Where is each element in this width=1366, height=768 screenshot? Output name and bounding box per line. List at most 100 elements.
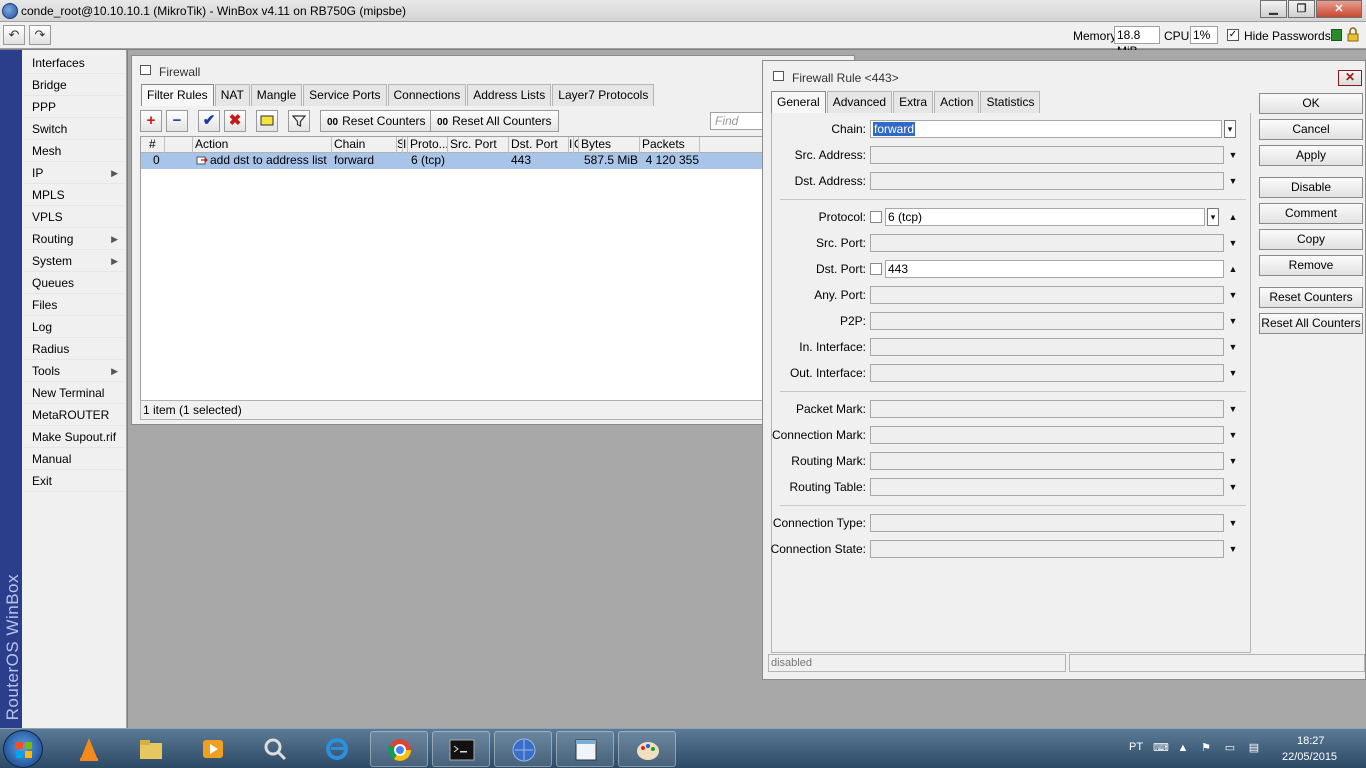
packet-mark-input[interactable] — [870, 400, 1224, 418]
undo-button[interactable]: ↶ — [3, 25, 25, 45]
network-icon[interactable]: ▤ — [1248, 743, 1260, 754]
menu-item-exit[interactable]: Exit — [24, 471, 124, 492]
taskbar-winbox[interactable] — [494, 731, 552, 767]
menu-item-tools[interactable]: Tools ▶ — [24, 361, 124, 382]
connection-mark-dropdown-icon[interactable]: ▼ — [1227, 426, 1239, 444]
out-interface-dropdown-icon[interactable]: ▼ — [1227, 364, 1239, 382]
column-src-port[interactable]: Src. Port — [448, 137, 509, 153]
taskbar-search-tool[interactable] — [246, 731, 304, 767]
menu-item-manual[interactable]: Manual — [24, 449, 124, 470]
src-port-dropdown-icon[interactable]: ▼ — [1227, 234, 1239, 252]
tab-statistics[interactable]: Statistics — [980, 91, 1041, 113]
p2p-dropdown-icon[interactable]: ▼ — [1227, 312, 1239, 330]
tab-service-ports[interactable]: Service Ports — [303, 84, 387, 106]
protocol-collapse-icon[interactable]: ▲ — [1227, 208, 1239, 226]
reset-all-counters-button[interactable]: Reset All Counters — [1259, 313, 1363, 334]
any-port-input[interactable] — [870, 286, 1224, 304]
tab-address-lists[interactable]: Address Lists — [467, 84, 552, 106]
protocol-input[interactable]: 6 (tcp) — [885, 208, 1205, 226]
redo-button[interactable]: ↷ — [29, 25, 51, 45]
action-center-flag-icon[interactable]: ⚑ — [1200, 743, 1212, 754]
column-protocol[interactable]: Proto... — [408, 137, 448, 153]
menu-item-radius[interactable]: Radius — [24, 339, 124, 360]
taskbar-file-explorer[interactable] — [122, 731, 180, 767]
tab-advanced[interactable]: Advanced — [826, 91, 893, 113]
taskbar-media-player[interactable] — [184, 731, 242, 767]
tab-action[interactable]: Action — [934, 91, 980, 113]
routing-table-input[interactable] — [870, 478, 1224, 496]
remove-button[interactable]: Remove — [1259, 255, 1363, 276]
tab-filter-rules[interactable]: Filter Rules — [141, 84, 214, 106]
reset-counters-button[interactable]: 00 Reset Counters — [320, 110, 433, 132]
tab-general[interactable]: General — [771, 91, 826, 113]
column-action[interactable]: Action — [193, 137, 332, 153]
keyboard-icon[interactable]: ⌨ — [1153, 743, 1169, 754]
out-interface-input[interactable] — [870, 364, 1224, 382]
connection-mark-input[interactable] — [870, 426, 1224, 444]
column-packets[interactable]: Packets — [640, 137, 700, 153]
routing-mark-input[interactable] — [870, 452, 1224, 470]
menu-item-routing[interactable]: Routing ▶ — [24, 229, 124, 250]
rule-close-button[interactable]: ✕ — [1338, 70, 1362, 86]
tab-extra[interactable]: Extra — [893, 91, 934, 113]
firewall-title-bar[interactable]: Firewall — [132, 56, 854, 84]
menu-item-bridge[interactable]: Bridge — [24, 75, 124, 96]
protocol-negate-checkbox[interactable] — [870, 211, 882, 223]
menu-item-ppp[interactable]: PPP — [24, 97, 124, 118]
menu-item-new-terminal[interactable]: New Terminal — [24, 383, 124, 404]
dst-address-dropdown-icon[interactable]: ▼ — [1227, 172, 1239, 190]
filter-button[interactable] — [288, 110, 310, 132]
dst-port-negate-checkbox[interactable] — [870, 263, 882, 275]
chain-dropdown-icon[interactable]: ▾ — [1224, 120, 1236, 138]
src-address-input[interactable] — [870, 146, 1224, 164]
menu-item-files[interactable]: Files — [24, 295, 124, 316]
connection-state-input[interactable] — [870, 540, 1224, 558]
menu-item-switch[interactable]: Switch — [24, 119, 124, 140]
menu-item-queues[interactable]: Queues — [24, 273, 124, 294]
routing-mark-dropdown-icon[interactable]: ▼ — [1227, 452, 1239, 470]
taskbar-command-prompt[interactable] — [432, 731, 490, 767]
menu-item-vpls[interactable]: VPLS — [24, 207, 124, 228]
tab-nat[interactable]: NAT — [214, 84, 250, 106]
comment-button[interactable]: Comment — [1259, 203, 1363, 224]
disable-button[interactable]: ✖ — [224, 110, 246, 132]
maximize-button[interactable]: ❐ — [1288, 0, 1315, 18]
rule-title-bar[interactable]: Firewall Rule <443> ✕ — [763, 61, 1365, 91]
apply-button[interactable]: Apply — [1259, 145, 1363, 166]
protocol-dropdown-icon[interactable]: ▾ — [1207, 208, 1219, 226]
reset-all-counters-button[interactable]: 00 Reset All Counters — [430, 110, 559, 132]
any-port-dropdown-icon[interactable]: ▼ — [1227, 286, 1239, 304]
column-chain[interactable]: Chain — [332, 137, 397, 153]
dst-address-input[interactable] — [870, 172, 1224, 190]
disable-button[interactable]: Disable — [1259, 177, 1363, 198]
taskbar-paint[interactable] — [618, 731, 676, 767]
reset-counters-button[interactable]: Reset Counters — [1259, 287, 1363, 308]
close-button[interactable]: ✕ — [1316, 0, 1362, 18]
add-button[interactable]: + — [140, 110, 162, 132]
hide-passwords-checkbox[interactable]: ✓ — [1227, 29, 1239, 41]
menu-item-mesh[interactable]: Mesh — [24, 141, 124, 162]
clock-date[interactable]: 22/05/2015 — [1282, 751, 1337, 763]
cancel-button[interactable]: Cancel — [1259, 119, 1363, 140]
menu-item-interfaces[interactable]: Interfaces — [24, 53, 124, 74]
menu-item-log[interactable]: Log — [24, 317, 124, 338]
taskbar-internet-explorer[interactable] — [308, 731, 366, 767]
device-icon[interactable]: ▭ — [1224, 743, 1236, 754]
tab-layer7-protocols[interactable]: Layer7 Protocols — [552, 84, 655, 106]
copy-button[interactable]: Copy — [1259, 229, 1363, 250]
packet-mark-dropdown-icon[interactable]: ▼ — [1227, 400, 1239, 418]
table-row[interactable]: 0 add dst to address list forward 6 (tcp… — [141, 153, 855, 169]
taskbar-chrome[interactable] — [370, 731, 428, 767]
connection-type-dropdown-icon[interactable]: ▼ — [1227, 514, 1239, 532]
dst-port-collapse-icon[interactable]: ▲ — [1227, 260, 1239, 278]
menu-item-mpls[interactable]: MPLS — [24, 185, 124, 206]
column-dst-port[interactable]: Dst. Port — [509, 137, 569, 153]
connection-type-input[interactable] — [870, 514, 1224, 532]
enable-button[interactable]: ✔ — [198, 110, 220, 132]
taskbar-vlc[interactable] — [60, 731, 118, 767]
tab-connections[interactable]: Connections — [387, 84, 467, 106]
taskbar-notepad[interactable] — [556, 731, 614, 767]
column-bytes[interactable]: Bytes — [579, 137, 640, 153]
clock-time[interactable]: 18:27 — [1297, 735, 1325, 747]
column-flags[interactable] — [165, 137, 193, 153]
